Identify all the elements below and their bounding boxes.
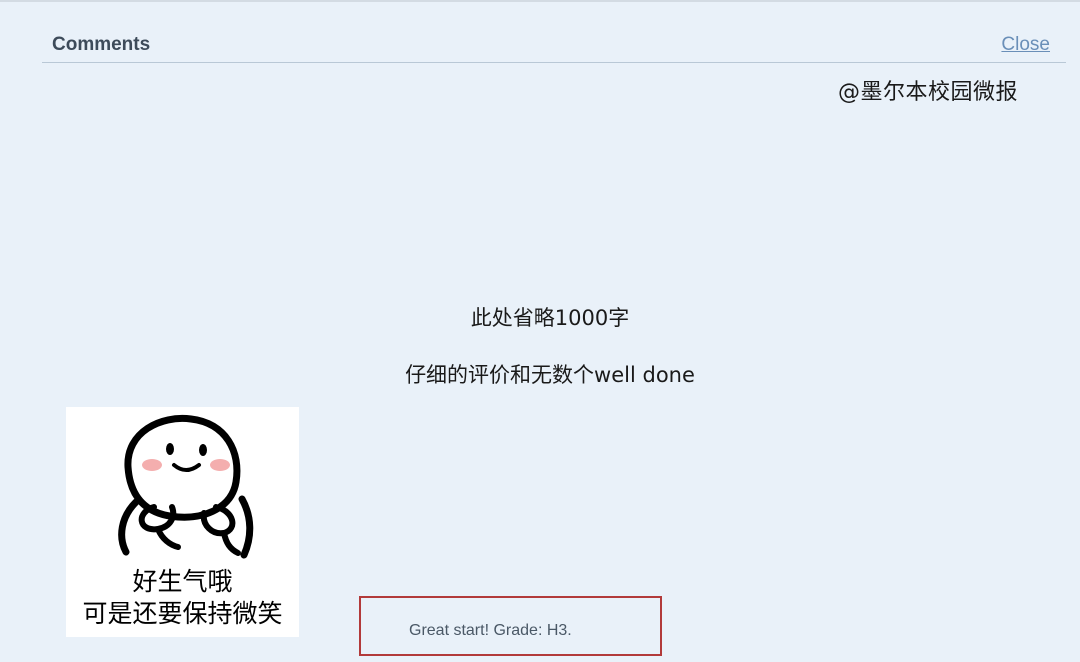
meme-caption-line2: 可是还要保持微笑 [82, 599, 283, 628]
comments-panel: Comments Close @墨尔本校园微报 此处省略1000字 仔细的评价和… [0, 0, 1080, 662]
watermark-text: @墨尔本校园微报 [838, 80, 1019, 105]
comment-line-omitted: 此处省略1000字 [470, 306, 630, 330]
close-link[interactable]: Close [1001, 34, 1050, 56]
comments-header: Comments Close [42, 32, 1066, 63]
meme-sticker-image: 好生气哦 可是还要保持微笑 [66, 407, 299, 637]
smiling-face-icon [118, 414, 254, 559]
grade-comment-text: Great start! Grade: H3. [409, 622, 572, 639]
comment-line-review: 仔细的评价和无数个well done [405, 363, 695, 387]
grade-highlight-box: Great start! Grade: H3. [359, 596, 662, 656]
meme-caption-line1: 好生气哦 [132, 567, 233, 596]
panel-title: Comments [52, 34, 151, 55]
